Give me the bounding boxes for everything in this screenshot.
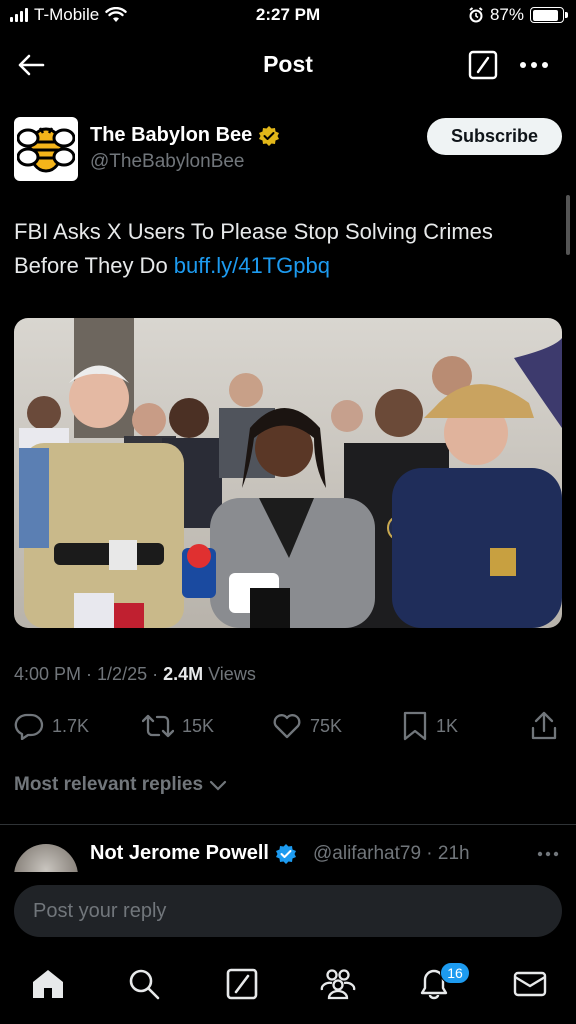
tab-home[interactable] xyxy=(26,962,70,1006)
reply-input[interactable] xyxy=(14,885,562,937)
views-label: Views xyxy=(208,664,256,684)
nav-bar: Post xyxy=(0,34,576,96)
subscribe-button[interactable]: Subscribe xyxy=(427,118,562,155)
status-right: 87% xyxy=(468,5,568,25)
bookmark-button[interactable]: 1K xyxy=(402,706,458,746)
replies-sort-dropdown[interactable]: Most relevant replies xyxy=(14,774,227,796)
repost-count: 15K xyxy=(182,715,215,736)
battery-percent: 87% xyxy=(489,5,524,24)
author-handle[interactable]: @TheBabylonBee xyxy=(90,151,245,173)
like-count: 75K xyxy=(310,715,343,736)
reply-avatar[interactable] xyxy=(14,844,78,872)
post-link[interactable]: buff.ly/41TGpbq xyxy=(174,253,330,278)
repost-button[interactable]: 15K xyxy=(142,706,214,746)
meta-separator: · xyxy=(86,664,93,684)
babylon-bee-logo-icon xyxy=(17,127,75,173)
meta-separator: · xyxy=(152,664,159,684)
heart-icon xyxy=(273,714,301,739)
more-horizontal-icon xyxy=(537,851,559,857)
tab-search[interactable] xyxy=(122,962,166,1006)
post-image[interactable] xyxy=(14,318,562,628)
replies-sort-label: Most relevant replies xyxy=(14,774,204,795)
tab-messages[interactable] xyxy=(508,962,552,1006)
post-date: 1/2/25 xyxy=(97,664,148,684)
status-bar: T-Mobile 2:27 PM 87% xyxy=(0,0,576,34)
reply-count: 1.7K xyxy=(52,715,90,736)
home-icon xyxy=(33,970,63,998)
views-count[interactable]: 2.4M xyxy=(163,664,203,685)
tab-grok[interactable] xyxy=(220,962,264,1006)
reply-button[interactable]: 1.7K xyxy=(14,706,89,746)
more-options-button[interactable] xyxy=(514,48,554,82)
share-button[interactable] xyxy=(530,706,558,746)
post-time: 4:00 PM xyxy=(14,664,82,684)
share-icon xyxy=(531,711,557,740)
bottom-tab-bar xyxy=(0,950,576,1024)
repost-icon xyxy=(142,714,174,738)
grok-icon xyxy=(226,968,258,1000)
bookmark-count: 1K xyxy=(436,715,459,736)
more-horizontal-icon xyxy=(520,62,548,68)
reply-more-button[interactable] xyxy=(536,844,560,864)
reply-author-handle: @alifarhat79 · 21h xyxy=(313,843,470,864)
author-avatar[interactable] xyxy=(14,117,78,181)
reply-item[interactable]: Not Jerome Powell @alifarhat79 · 21h xyxy=(0,838,576,872)
battery-icon xyxy=(530,7,568,23)
search-icon xyxy=(129,969,160,1000)
notifications-badge: 16 xyxy=(440,962,470,984)
reply-composer xyxy=(14,885,562,937)
communities-icon xyxy=(320,969,356,1000)
divider xyxy=(0,824,576,825)
press-conference-photo xyxy=(14,318,562,628)
post-author: The Babylon Bee @TheBabylonBee Subscribe xyxy=(14,117,562,183)
alarm-icon xyxy=(469,7,483,23)
grok-icon xyxy=(468,50,498,80)
post-actions: 1.7K 15K 75K 1K xyxy=(14,706,562,746)
verified-blue-badge-icon xyxy=(275,843,296,864)
chevron-down-icon xyxy=(209,780,227,791)
verified-gold-badge-icon xyxy=(259,125,280,146)
bookmark-icon xyxy=(403,711,427,741)
post-meta: 4:00 PM · 1/2/25 · 2.4M Views xyxy=(14,664,256,685)
reply-icon xyxy=(14,713,44,740)
mail-icon xyxy=(513,971,547,997)
scrollbar[interactable] xyxy=(566,195,570,255)
like-button[interactable]: 75K xyxy=(272,706,342,746)
author-name[interactable]: The Babylon Bee xyxy=(90,124,280,147)
tab-communities[interactable] xyxy=(316,962,360,1006)
grok-button[interactable] xyxy=(466,48,500,82)
post-text: FBI Asks X Users To Please Stop Solving … xyxy=(14,215,562,283)
author-name-text: The Babylon Bee xyxy=(90,124,253,146)
reply-author-name-text: Not Jerome Powell xyxy=(90,842,269,864)
reply-author-name[interactable]: Not Jerome Powell xyxy=(90,842,297,865)
